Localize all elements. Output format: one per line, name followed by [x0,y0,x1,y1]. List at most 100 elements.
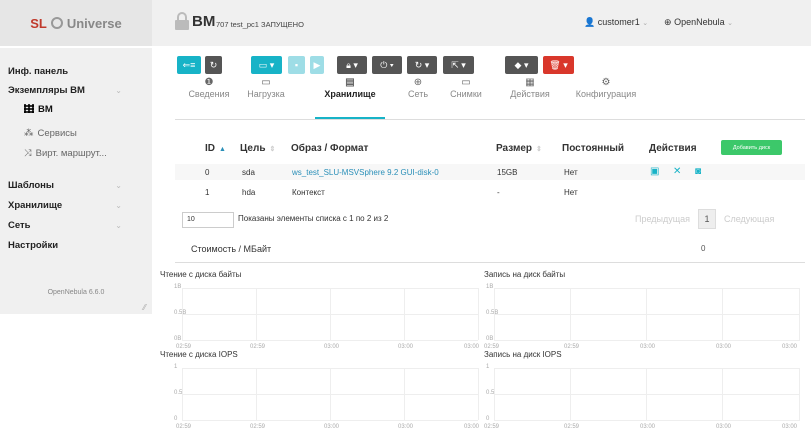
sidebar-item-dashboard[interactable]: Инф. панель [8,66,68,77]
y-tick: 0 [486,416,490,422]
y-tick: 0B [486,336,494,342]
tab-capacity[interactable]: ▭ Нагрузка [242,77,290,119]
gridline [570,368,571,420]
play-button[interactable]: ▶ [310,56,324,74]
gridline [494,394,800,395]
logo-sl: SL [30,15,47,31]
gridline [646,368,647,420]
gridline [404,288,405,340]
sidebar-item-network[interactable]: Сеть [8,220,31,231]
gridline [478,288,479,340]
console-button[interactable]: ▭ ▾ [251,56,282,74]
trash-icon: 🗑︎ ▾ [549,59,568,70]
add-disk-button[interactable]: Добавить диск [721,140,782,155]
y-tick: 1 [486,364,490,370]
page-size-select[interactable]: 10 [182,212,234,228]
page-number[interactable]: 1 [698,209,716,229]
monitor-icon: ▭ [461,77,471,88]
lock-icon [175,12,189,30]
chevron-down-icon: ⌄ [115,201,122,210]
sidebar-item-services[interactable]: ⁂ Сервисы [24,128,77,139]
x-tick: 03:00 [464,424,480,430]
refresh-icon: ↻ [209,59,218,70]
sort-icon: ⇕ [536,146,542,153]
tab-snapshots[interactable]: ▭ Снимки [444,77,488,119]
resize-handle-icon[interactable]: ⁄⁄ [143,303,146,312]
camera-icon[interactable]: ◙ [695,166,701,177]
sort-icon: ⇕ [269,146,276,153]
tab-divider [175,119,805,120]
tab-actions[interactable]: ▦ Действия [506,77,554,119]
sidebar-item-settings[interactable]: Настройки [8,240,58,251]
gridline [646,288,647,340]
sidebar-item-label: Вирт. маршрут... [35,148,107,159]
services-icon: ⁂ [24,128,34,139]
page-title: ВМ [192,13,216,30]
cell-id: 1 [205,188,210,197]
gridline [182,420,478,421]
col-persistent[interactable]: Постоянный [562,143,624,154]
gridline [799,368,800,420]
user-icon: 👤 [584,17,596,27]
delete-button[interactable]: 🗑︎ ▾ [543,56,574,74]
vm-subtitle: 707 test_pc1 ЗАПУЩЕНО [216,20,304,29]
gridline [494,368,800,369]
migrate-button[interactable]: ⇱ ▾ [443,56,474,74]
next-page-button[interactable]: Следующая [724,214,774,224]
gridline [478,368,479,420]
chart-write-bytes: Запись на диск байты 1B 0.5B 0B 02:59 02… [484,270,804,352]
power-button[interactable]: ⏻ ▾ [372,56,402,74]
logo[interactable]: SL Universe [0,0,152,46]
sidebar-item-label: Экземпляры ВМ [8,85,85,96]
gridline [330,288,331,340]
refresh-button[interactable]: ↻ [205,56,222,74]
reboot-icon: ↻ ▾ [414,59,430,70]
monitor-icon: ▭ [261,77,271,88]
globe-icon: ⊕ [413,77,423,88]
reboot-button[interactable]: ↻ ▾ [407,56,437,74]
sidebar-item-vms[interactable]: ВМ [24,104,53,115]
tab-label: Конфигурация [575,89,637,99]
prev-page-button[interactable]: Предыдущая [635,214,690,224]
tab-network[interactable]: ⊕ Сеть [400,77,436,119]
save-icon[interactable]: ▣ [650,166,659,177]
x-tick: 03:00 [324,424,340,430]
chevron-down-icon: ⌄ [727,20,733,27]
x-tick: 02:59 [176,424,192,430]
y-tick: 0B [174,336,182,342]
lock-button[interactable]: 🔒︎ ▾ [337,56,367,74]
col-image[interactable]: Образ / Формат [291,143,368,154]
cell-target: sda [242,168,255,177]
sidebar-item-storage[interactable]: Хранилище [8,200,62,211]
save-icon: ▪ [294,60,299,70]
tab-label: Сведения [188,89,230,99]
col-id[interactable]: ID ▲ [205,143,226,154]
back-button[interactable]: ⇐≡ [177,56,201,74]
col-target[interactable]: Цель ⇕ [240,143,275,154]
zone-menu[interactable]: ⊕ OpenNebula ⌄ [664,17,733,28]
gridline [494,340,800,341]
tab-configuration[interactable]: ⚙ Конфигурация [567,77,645,119]
close-icon[interactable]: ✕ [673,166,681,177]
gridline [182,288,183,340]
sidebar-item-templates[interactable]: Шаблоны [8,180,54,191]
gridline [404,368,405,420]
cell-size: 15GB [497,168,518,177]
sidebar-item-vm-instances[interactable]: Экземпляры ВМ [8,85,85,96]
col-label: Постоянный [562,143,625,154]
gridline [494,288,800,289]
x-tick: 02:59 [564,424,580,430]
cell-image-link[interactable]: ws_test_SLU-MSVSphere 9.2 GUI-disk-0 [292,168,439,177]
col-size[interactable]: Размер ⇕ [496,143,542,154]
x-tick: 03:00 [640,424,656,430]
gridline [799,288,800,340]
tab-storage[interactable]: ▤ Хранилище [315,77,385,119]
globe-icon: ⊕ [664,17,672,27]
user-menu[interactable]: 👤 customer1 ⌄ [584,17,648,28]
gridline [330,368,331,420]
gridline [182,368,183,420]
sidebar-item-vrouters[interactable]: ⤨ Вирт. маршрут... [24,148,107,159]
save-button[interactable]: ▪ [288,56,305,74]
tag-button[interactable]: ◆ ▾ [505,56,538,74]
tab-info[interactable]: ❶ Сведения [185,77,233,119]
